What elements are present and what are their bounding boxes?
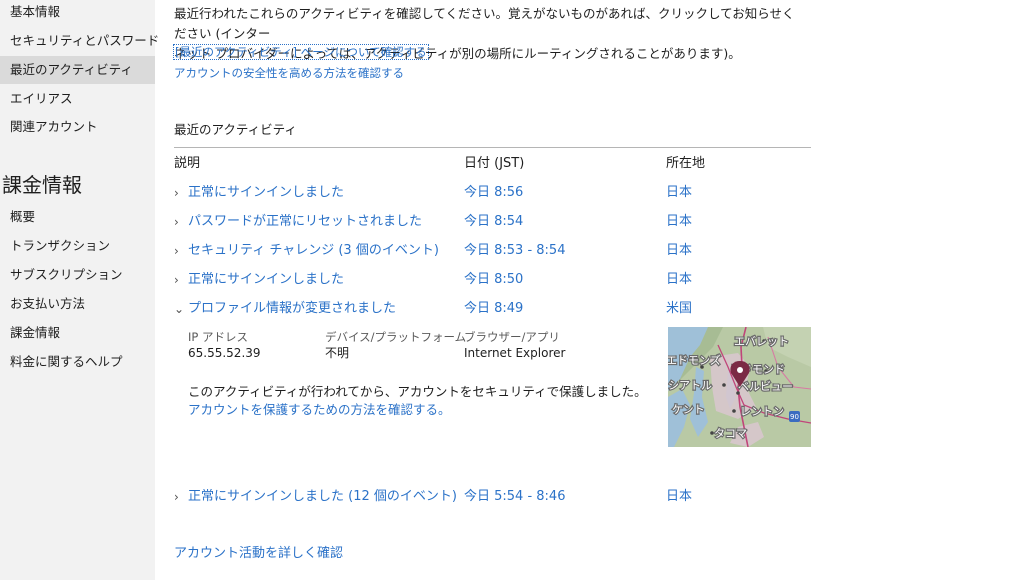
sidebar-item-subscriptions[interactable]: サブスクリプション	[0, 261, 155, 289]
sidebar-item-transactions[interactable]: トランザクション	[0, 232, 155, 260]
security-tips-link[interactable]: アカウントの安全性を高める方法を確認する	[174, 65, 404, 81]
activity-row-expanded[interactable]: ⌄ プロファイル情報が変更されました 今日 8:49 米国	[174, 297, 824, 321]
activity-row[interactable]: › セキュリティ チャレンジ (3 個のイベント) 今日 8:53 - 8:54…	[174, 239, 824, 263]
browser-label: ブラウザー/アプリ	[464, 330, 560, 344]
activity-date[interactable]: 今日 5:54 - 8:46	[464, 485, 565, 509]
activity-location[interactable]: 日本	[666, 181, 692, 205]
column-header-date: 日付 (JST)	[464, 156, 525, 171]
activity-description[interactable]: 正常にサインインしました (12 個のイベント)	[188, 485, 457, 509]
ip-address-value: 65.55.52.39	[188, 346, 261, 360]
sidebar-item-billing-help[interactable]: 料金に関するヘルプ	[0, 348, 155, 376]
highway-shield-label: 90	[790, 413, 799, 421]
activity-description[interactable]: パスワードが正常にリセットされました	[188, 210, 422, 234]
main-content: 最近行われたこれらのアクティビティを確認してください。覚えがないものがあれば、ク…	[173, 0, 1024, 580]
activity-location[interactable]: 米国	[666, 297, 692, 321]
protect-account-link[interactable]: アカウントを保護するための方法を確認する。	[188, 401, 451, 419]
activity-date[interactable]: 今日 8:53 - 8:54	[464, 239, 565, 263]
activity-row[interactable]: › パスワードが正常にリセットされました 今日 8:54 日本	[174, 210, 824, 234]
map-label-bellevue: ベルビュー	[738, 380, 793, 393]
chevron-right-icon[interactable]: ›	[174, 210, 184, 234]
intro-line-1: 最近行われたこれらのアクティビティを確認してください。覚えがないものがあれば、ク…	[174, 6, 795, 41]
activity-description[interactable]: 正常にサインインしました	[188, 181, 344, 205]
chevron-right-icon[interactable]: ›	[174, 239, 184, 263]
browser-value: Internet Explorer	[464, 346, 566, 360]
sidebar-item-security-password[interactable]: セキュリティとパスワード	[0, 27, 159, 55]
activity-row[interactable]: › 正常にサインインしました 今日 8:50 日本	[174, 268, 824, 292]
activity-row[interactable]: › 正常にサインインしました (12 個のイベント) 今日 5:54 - 8:4…	[174, 485, 824, 509]
sidebar-item-basic-info[interactable]: 基本情報	[0, 0, 155, 26]
column-header-description: 説明	[174, 156, 201, 171]
map-label-tacoma: タコマ	[714, 427, 747, 440]
map-label-everett: エバレット	[734, 335, 789, 348]
map-graphic: 90 エバレット エドモンズ レドモンド シアトル ベルビュー レントン ケント…	[668, 327, 811, 447]
activity-date[interactable]: 今日 8:56	[464, 181, 523, 205]
device-label: デバイス/プラットフォーム	[325, 330, 467, 344]
section-title: 最近のアクティビティ	[174, 122, 297, 137]
billing-heading: 課金情報	[2, 173, 82, 197]
section-divider	[174, 147, 811, 148]
location-map[interactable]: 90 エバレット エドモンズ レドモンド シアトル ベルビュー レントン ケント…	[668, 327, 811, 447]
column-header-location: 所在地	[666, 156, 706, 171]
chevron-down-icon[interactable]: ⌄	[174, 297, 184, 321]
secured-note: このアクティビティが行われてから、アカウントをセキュリティで保護しました。	[188, 384, 647, 399]
map-label-edmonds: エドモンズ	[668, 353, 721, 367]
about-page-link[interactable]: [最近のアクティビティ] ページについて確認する	[173, 44, 429, 60]
activity-date[interactable]: 今日 8:49	[464, 297, 523, 321]
chevron-right-icon[interactable]: ›	[174, 485, 184, 509]
activity-location[interactable]: 日本	[666, 210, 692, 234]
map-label-seattle: シアトル	[668, 379, 712, 392]
activity-date[interactable]: 今日 8:50	[464, 268, 523, 292]
about-page-link-text[interactable]: [最近のアクティビティ] ページについて確認する	[173, 44, 429, 60]
activity-description[interactable]: 正常にサインインしました	[188, 268, 344, 292]
sidebar-item-aliases[interactable]: エイリアス	[0, 85, 155, 113]
sidebar-item-billing-info[interactable]: 課金情報	[0, 319, 155, 347]
chevron-right-icon[interactable]: ›	[174, 181, 184, 205]
activity-date[interactable]: 今日 8:54	[464, 210, 523, 234]
ip-address-label: IP アドレス	[188, 330, 248, 344]
map-label-renton: レントン	[740, 405, 784, 418]
map-label-kent: ケント	[672, 403, 705, 416]
sidebar: 基本情報 セキュリティとパスワード 最近のアクティビティ エイリアス 関連アカウ…	[0, 0, 159, 580]
activity-description[interactable]: プロファイル情報が変更されました	[188, 297, 396, 321]
activity-row[interactable]: › 正常にサインインしました 今日 8:56 日本	[174, 181, 824, 205]
chevron-right-icon[interactable]: ›	[174, 268, 184, 292]
activity-location[interactable]: 日本	[666, 239, 692, 263]
activity-location[interactable]: 日本	[666, 268, 692, 292]
device-value: 不明	[325, 346, 350, 360]
sidebar-item-recent-activity[interactable]: 最近のアクティビティ	[0, 56, 155, 84]
view-detailed-activity-link[interactable]: アカウント活動を詳しく確認	[174, 545, 343, 563]
activity-location[interactable]: 日本	[666, 485, 692, 509]
activity-description[interactable]: セキュリティ チャレンジ (3 個のイベント)	[188, 239, 439, 263]
sidebar-item-overview[interactable]: 概要	[0, 203, 155, 231]
sidebar-item-linked-accounts[interactable]: 関連アカウント	[0, 113, 155, 141]
sidebar-item-payment-methods[interactable]: お支払い方法	[0, 290, 155, 318]
